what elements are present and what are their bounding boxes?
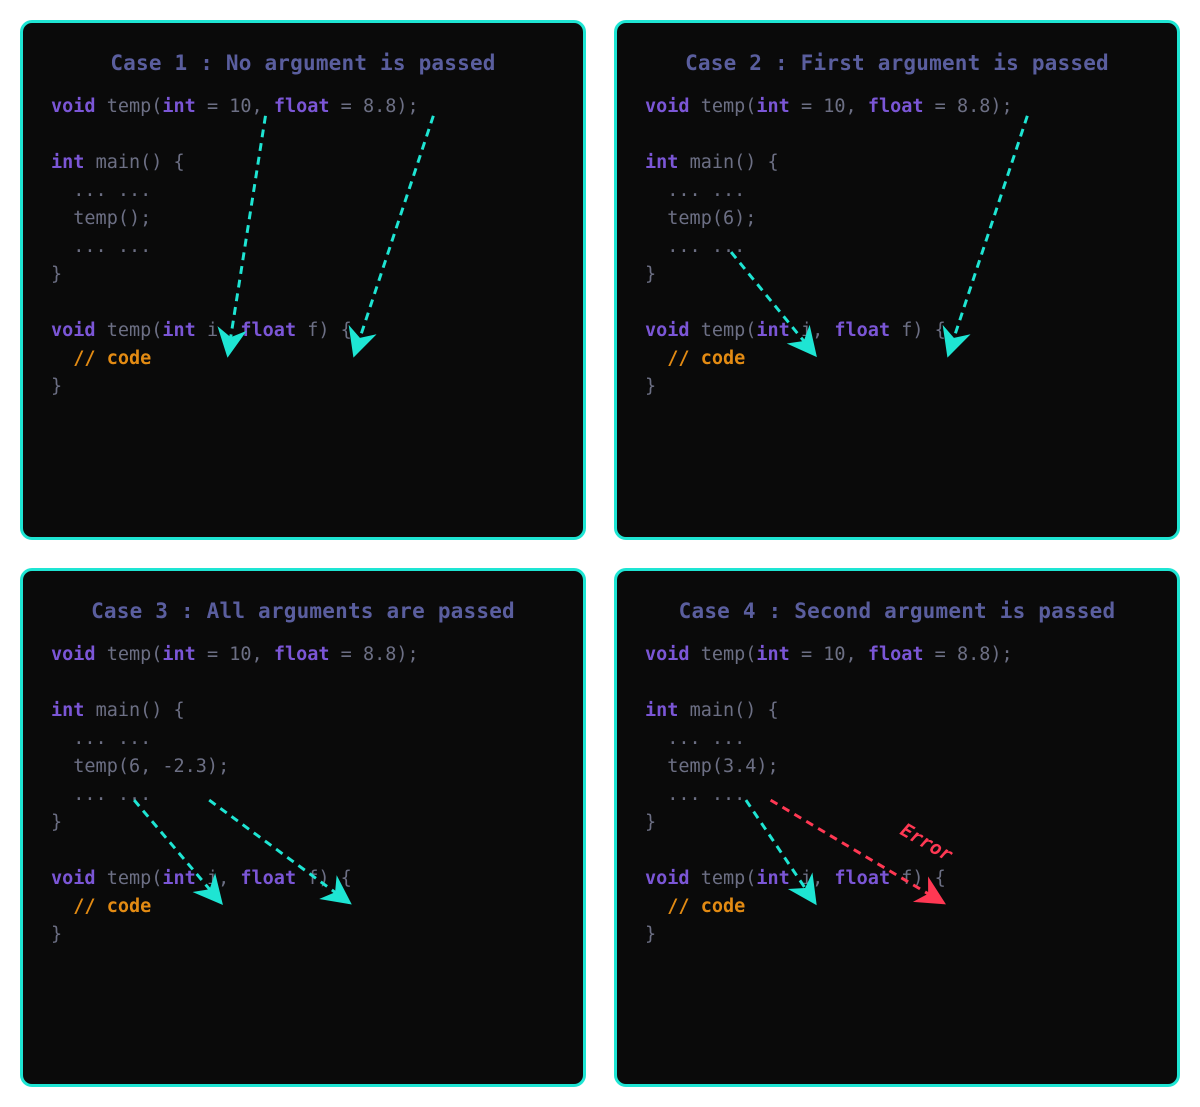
param-f: f bbox=[901, 868, 912, 889]
keyword-void: void bbox=[645, 96, 690, 117]
fn-name: temp bbox=[107, 644, 152, 665]
keyword-int: int bbox=[162, 96, 195, 117]
keyword-int: int bbox=[162, 868, 195, 889]
call-line: temp(3.4); bbox=[667, 756, 778, 777]
fn-main: main bbox=[96, 700, 141, 721]
fn-name: temp bbox=[107, 320, 152, 341]
param-f: f bbox=[307, 320, 318, 341]
keyword-void: void bbox=[51, 868, 96, 889]
fn-name: temp bbox=[701, 868, 746, 889]
panel-case-2: Case 2 : First argument is passed void t… bbox=[614, 20, 1180, 540]
keyword-int: int bbox=[645, 700, 678, 721]
ellipsis: ... ... bbox=[73, 236, 151, 257]
keyword-float: float bbox=[868, 96, 924, 117]
ellipsis: ... ... bbox=[667, 236, 745, 257]
default-value-float: 8.8 bbox=[363, 96, 396, 117]
keyword-void: void bbox=[645, 644, 690, 665]
fn-name: temp bbox=[107, 96, 152, 117]
fn-main: main bbox=[690, 700, 735, 721]
code-block: void temp(int = 10, float = 8.8); int ma… bbox=[51, 641, 555, 949]
keyword-int: int bbox=[162, 320, 195, 341]
keyword-int: int bbox=[51, 152, 84, 173]
fn-name: temp bbox=[701, 320, 746, 341]
keyword-int: int bbox=[756, 320, 789, 341]
keyword-void: void bbox=[645, 320, 690, 341]
fn-main: main bbox=[690, 152, 735, 173]
ellipsis: ... ... bbox=[667, 728, 745, 749]
param-i: i bbox=[207, 320, 218, 341]
diagram-grid: Case 1 : No argument is passed void temp… bbox=[20, 20, 1180, 1087]
keyword-float: float bbox=[868, 644, 924, 665]
default-value-int: 10 bbox=[229, 644, 251, 665]
param-f: f bbox=[307, 868, 318, 889]
code-block: void temp(int = 10, float = 8.8); int ma… bbox=[645, 93, 1149, 401]
default-value-float: 8.8 bbox=[957, 644, 990, 665]
panel-case-1: Case 1 : No argument is passed void temp… bbox=[20, 20, 586, 540]
keyword-void: void bbox=[51, 96, 96, 117]
panel-title: Case 1 : No argument is passed bbox=[51, 51, 555, 75]
param-i: i bbox=[801, 868, 812, 889]
param-i: i bbox=[801, 320, 812, 341]
keyword-float: float bbox=[834, 868, 890, 889]
keyword-int: int bbox=[756, 868, 789, 889]
default-value-float: 8.8 bbox=[363, 644, 396, 665]
ellipsis: ... ... bbox=[667, 784, 745, 805]
call-line: temp(); bbox=[73, 208, 151, 229]
keyword-int: int bbox=[756, 96, 789, 117]
fn-name: temp bbox=[701, 96, 746, 117]
ellipsis: ... ... bbox=[73, 180, 151, 201]
ellipsis: ... ... bbox=[73, 784, 151, 805]
param-f: f bbox=[901, 320, 912, 341]
comment-line: // code bbox=[73, 348, 151, 369]
panel-title: Case 3 : All arguments are passed bbox=[51, 599, 555, 623]
code-block: void temp(int = 10, float = 8.8); int ma… bbox=[51, 93, 555, 401]
keyword-void: void bbox=[51, 644, 96, 665]
keyword-int: int bbox=[162, 644, 195, 665]
keyword-int: int bbox=[51, 700, 84, 721]
keyword-float: float bbox=[240, 868, 296, 889]
call-line: temp(6); bbox=[667, 208, 756, 229]
fn-name: temp bbox=[701, 644, 746, 665]
keyword-int: int bbox=[756, 644, 789, 665]
ellipsis: ... ... bbox=[73, 728, 151, 749]
ellipsis: ... ... bbox=[667, 180, 745, 201]
panel-title: Case 2 : First argument is passed bbox=[645, 51, 1149, 75]
keyword-float: float bbox=[274, 644, 330, 665]
code-block: void temp(int = 10, float = 8.8); int ma… bbox=[645, 641, 1149, 949]
comment-line: // code bbox=[667, 896, 745, 917]
default-value-int: 10 bbox=[823, 644, 845, 665]
comment-line: // code bbox=[667, 348, 745, 369]
default-value-int: 10 bbox=[229, 96, 251, 117]
param-i: i bbox=[207, 868, 218, 889]
default-value-int: 10 bbox=[823, 96, 845, 117]
panel-case-3: Case 3 : All arguments are passed void t… bbox=[20, 568, 586, 1088]
panel-case-4: Case 4 : Second argument is passed void … bbox=[614, 568, 1180, 1088]
keyword-float: float bbox=[834, 320, 890, 341]
fn-name: temp bbox=[107, 868, 152, 889]
panel-title: Case 4 : Second argument is passed bbox=[645, 599, 1149, 623]
keyword-void: void bbox=[645, 868, 690, 889]
keyword-float: float bbox=[240, 320, 296, 341]
call-line: temp(6, -2.3); bbox=[73, 756, 229, 777]
keyword-int: int bbox=[645, 152, 678, 173]
default-value-float: 8.8 bbox=[957, 96, 990, 117]
fn-main: main bbox=[96, 152, 141, 173]
comment-line: // code bbox=[73, 896, 151, 917]
keyword-void: void bbox=[51, 320, 96, 341]
keyword-float: float bbox=[274, 96, 330, 117]
